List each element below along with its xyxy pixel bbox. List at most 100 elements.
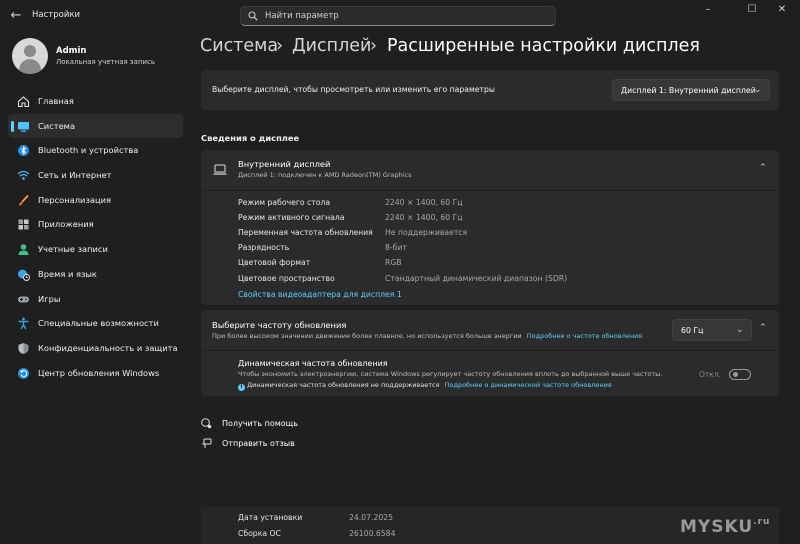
- avatar[interactable]: [12, 38, 48, 74]
- sidebar-item-label: Персонализация: [38, 194, 111, 205]
- section-title: Сведения о дисплее: [201, 133, 300, 143]
- sidebar-item-label: Учетные записи: [38, 244, 108, 255]
- chevron-up-icon: ⌃: [759, 163, 767, 173]
- info-row-label: Цветовое пространство: [238, 274, 335, 283]
- home-icon: [17, 96, 30, 108]
- os-info-value: 24.07.2025: [349, 513, 394, 522]
- dynamic-refresh-title: Динамическая частота обновления: [238, 359, 388, 368]
- refresh-rate-title: Выберите частоту обновления: [212, 320, 347, 330]
- breadcrumb-display[interactable]: Дисплей: [292, 36, 371, 56]
- close-button[interactable]: ✕: [766, 0, 798, 20]
- sidebar-item-system[interactable]: Система: [8, 113, 183, 139]
- sidebar-item-bluetooth[interactable]: Bluetooth и устройства: [8, 138, 183, 163]
- info-row-label: Режим рабочего стола: [238, 198, 331, 207]
- breadcrumb-separator: ›: [370, 36, 377, 56]
- dynamic-refresh-toggle[interactable]: [729, 369, 751, 380]
- app-title: Настройки: [32, 10, 81, 20]
- info-row-value: 2240 × 1400, 60 Гц: [385, 198, 463, 207]
- sidebar-item-apps[interactable]: Приложения: [8, 212, 183, 237]
- sidebar-item-label: Bluetooth и устройства: [38, 145, 139, 156]
- sidebar-item-time-language[interactable]: Время и язык: [8, 262, 183, 287]
- breadcrumb-system[interactable]: Система: [200, 36, 278, 56]
- dynamic-refresh-note: i Динамическая частота обновления не под…: [238, 381, 612, 391]
- system-icon: [18, 121, 29, 132]
- display-select-dropdown[interactable]: Дисплей 1: Внутренний дисплей ⌄: [612, 79, 770, 101]
- minimize-button[interactable]: –: [692, 0, 724, 20]
- os-info-label: Сборка ОС: [238, 529, 281, 538]
- refresh-rate-dropdown[interactable]: 60 Гц ⌄: [672, 319, 752, 341]
- sidebar-item-label: Конфиденциальность и защита: [38, 342, 178, 353]
- search-icon: [248, 11, 258, 21]
- user-account-type: Локальная учетная запись: [56, 58, 156, 66]
- chevron-down-icon: ⌄: [736, 325, 744, 335]
- wifi-icon: [17, 170, 30, 180]
- info-row-value: RGB: [385, 258, 402, 267]
- sidebar-item-label: Время и язык: [38, 268, 97, 279]
- feedback-icon: [202, 438, 212, 448]
- account-icon: [18, 244, 29, 256]
- breadcrumb-separator: ›: [276, 36, 283, 56]
- chevron-up-icon[interactable]: ⌃: [759, 323, 767, 333]
- globe-clock-icon: [18, 269, 30, 281]
- refresh-rate-card: Выберите частоту обновления При более вы…: [201, 310, 779, 396]
- info-row-label: Переменная частота обновления: [238, 228, 373, 237]
- help-icon: [201, 418, 212, 429]
- accessibility-icon: [18, 317, 29, 330]
- sidebar-item-windows-update[interactable]: Центр обновления Windows: [8, 361, 183, 386]
- adapter-properties-link[interactable]: Свойства видеоадаптера для дисплея 1: [238, 290, 402, 299]
- info-row-label: Цветовой формат: [238, 258, 311, 267]
- os-info-label: Дата установки: [238, 513, 303, 522]
- send-feedback-link[interactable]: Отправить отзыв: [222, 439, 295, 448]
- display-select-value: Дисплей 1: Внутренний дисплей: [621, 86, 756, 95]
- refresh-rate-desc: При более высоком значении движение боле…: [212, 332, 642, 340]
- get-help-link[interactable]: Получить помощь: [222, 419, 298, 428]
- gamepad-icon: [18, 296, 29, 302]
- sidebar-nav: Главная Система Bluetooth и устройства С…: [8, 89, 183, 385]
- dynamic-refresh-learn-more-link[interactable]: Подробнее о динамической частоте обновле…: [445, 381, 612, 389]
- display-name: Внутренний дисплей: [238, 159, 331, 169]
- sidebar-item-home[interactable]: Главная: [8, 89, 183, 114]
- laptop-icon: [213, 164, 227, 175]
- refresh-rate-learn-more-link[interactable]: Подробнее о частоте обновления: [527, 332, 642, 340]
- sidebar-item-accessibility[interactable]: Специальные возможности: [8, 311, 183, 336]
- sidebar-item-personalization[interactable]: Персонализация: [8, 188, 183, 213]
- display-info-header[interactable]: Внутренний дисплей Дисплей 1: подключен …: [201, 150, 779, 191]
- back-arrow-icon[interactable]: ←: [8, 8, 24, 24]
- sidebar-item-label: Главная: [38, 96, 74, 106]
- title-bar: ← Настройки Найти параметр – ☐ ✕: [0, 0, 800, 32]
- watermark-text: MYSKU: [680, 517, 754, 537]
- display-select-label: Выберите дисплей, чтобы просмотреть или …: [212, 85, 495, 94]
- search-input[interactable]: Найти параметр: [240, 6, 556, 26]
- refresh-rate-header: Выберите частоту обновления При более вы…: [201, 310, 779, 351]
- sidebar-item-label: Специальные возможности: [38, 318, 159, 329]
- watermark: MYSKU.ru: [680, 517, 770, 537]
- apps-icon: [18, 219, 29, 230]
- dynamic-refresh-desc: Чтобы экономить электроэнергию, система …: [238, 370, 663, 378]
- dynamic-refresh-toggle-label: Откл.: [699, 370, 721, 379]
- sidebar-item-gaming[interactable]: Игры: [8, 287, 183, 312]
- display-subtitle: Дисплей 1: подключен к AMD Radeon(TM) Gr…: [238, 171, 412, 179]
- display-select-card: Выберите дисплей, чтобы просмотреть или …: [201, 70, 779, 110]
- os-info-value: 26100.6584: [349, 529, 396, 538]
- watermark-suffix: .ru: [753, 517, 771, 527]
- sidebar-item-network[interactable]: Сеть и Интернет: [8, 163, 183, 188]
- shield-icon: [18, 342, 29, 354]
- sidebar-item-label: Сеть и Интернет: [38, 170, 112, 181]
- sidebar-item-privacy[interactable]: Конфиденциальность и защита: [8, 336, 183, 361]
- refresh-rate-value: 60 Гц: [681, 326, 704, 335]
- info-row-value: 2240 × 1400, 60 Гц: [385, 213, 463, 222]
- page-title: Расширенные настройки дисплея: [387, 36, 700, 56]
- info-row-label: Разрядность: [238, 243, 290, 252]
- sidebar-item-accounts[interactable]: Учетные записи: [8, 237, 183, 262]
- sidebar-item-label: Система: [38, 120, 76, 131]
- info-row-value: 8-бит: [385, 243, 407, 252]
- info-row-value: Стандартный динамический диапазон (SDR): [385, 274, 568, 283]
- maximize-button[interactable]: ☐: [736, 0, 768, 20]
- update-icon: [18, 367, 29, 379]
- chevron-down-icon: ⌄: [754, 85, 762, 95]
- search-placeholder: Найти параметр: [265, 11, 339, 21]
- info-row-label: Режим активного сигнала: [238, 213, 345, 222]
- display-info-card: Внутренний дисплей Дисплей 1: подключен …: [201, 150, 779, 305]
- sidebar-item-label: Приложения: [38, 219, 94, 230]
- dynamic-refresh-note-text: Динамическая частота обновления не подде…: [247, 381, 440, 389]
